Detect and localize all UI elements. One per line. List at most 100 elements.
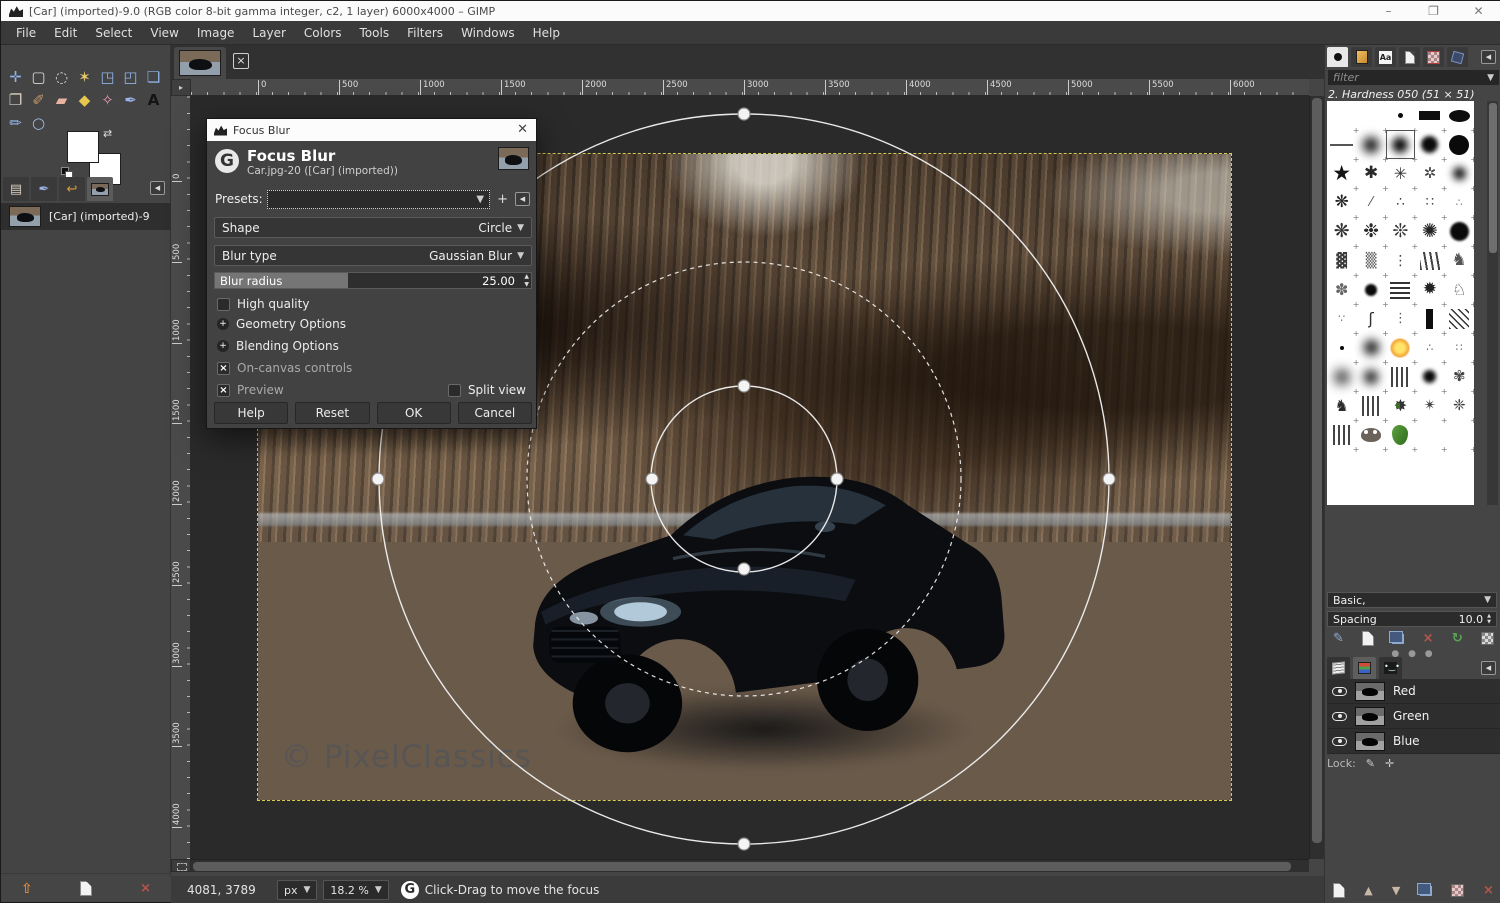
brush-item[interactable] bbox=[1445, 130, 1474, 159]
checkbox-icon[interactable] bbox=[217, 298, 230, 311]
menu-item-select[interactable]: Select bbox=[86, 22, 141, 44]
brush-item[interactable]: ✳ bbox=[1386, 159, 1415, 188]
tool-heal[interactable]: ❐ bbox=[4, 88, 27, 111]
tool-ink[interactable]: ✒ bbox=[119, 88, 142, 111]
spinner-arrows-icon[interactable]: ▲▼ bbox=[1487, 613, 1491, 625]
brush-item[interactable] bbox=[1386, 130, 1415, 159]
brush-item[interactable] bbox=[1445, 217, 1474, 246]
brush-item[interactable]: ✲ bbox=[1415, 159, 1444, 188]
lower-channel-icon[interactable]: ▼ bbox=[1392, 884, 1400, 897]
geometry-options-expander[interactable]: + Geometry Options bbox=[217, 317, 346, 331]
brush-item[interactable]: ❊ bbox=[1386, 217, 1415, 246]
channel-row-red[interactable]: Red bbox=[1327, 679, 1500, 704]
dock-menu-button[interactable]: ◀ bbox=[1481, 661, 1496, 675]
brush-item[interactable] bbox=[1386, 362, 1415, 391]
presets-menu-button[interactable]: ◀ bbox=[515, 192, 530, 206]
high-quality-checkbox[interactable]: High quality bbox=[217, 297, 309, 311]
tab-tool-options[interactable]: ▤ bbox=[3, 177, 29, 201]
brush-item[interactable]: ⋮ bbox=[1386, 304, 1415, 333]
spinner-arrows-icon[interactable]: ▲▼ bbox=[524, 273, 529, 289]
tool-paintbrush[interactable]: ✐ bbox=[27, 88, 50, 111]
delete-channel-icon[interactable]: × bbox=[1483, 883, 1494, 898]
tab-brushes[interactable] bbox=[1327, 47, 1348, 67]
shape-dropdown[interactable]: Shape Circle▼ bbox=[214, 217, 532, 238]
brush-item[interactable] bbox=[1415, 362, 1444, 391]
maximize-button[interactable]: ❐ bbox=[1411, 1, 1456, 21]
new-brush-icon[interactable] bbox=[1362, 631, 1374, 646]
menu-item-tools[interactable]: Tools bbox=[351, 22, 399, 44]
tool-eraser[interactable]: ▰ bbox=[50, 88, 73, 111]
on-canvas-controls-checkbox[interactable]: × On-canvas controls bbox=[217, 361, 352, 375]
tool-fuzzy-select[interactable]: ✶ bbox=[73, 65, 96, 88]
brush-item[interactable] bbox=[1356, 420, 1385, 449]
tool-crop[interactable]: ◳ bbox=[96, 65, 119, 88]
image-tab[interactable] bbox=[174, 47, 226, 79]
menu-item-help[interactable]: Help bbox=[524, 22, 569, 44]
checkbox-checked-icon[interactable]: × bbox=[217, 384, 230, 397]
brush-item[interactable]: ✸ bbox=[1386, 391, 1415, 420]
visibility-eye-icon[interactable] bbox=[1332, 712, 1347, 721]
vertical-scrollbar-thumb[interactable] bbox=[1312, 98, 1322, 843]
channel-row-blue[interactable]: Blue bbox=[1327, 729, 1500, 754]
duplicate-brush-icon[interactable] bbox=[1392, 634, 1404, 644]
brush-item[interactable] bbox=[1356, 130, 1385, 159]
menu-item-view[interactable]: View bbox=[141, 22, 187, 44]
brush-item[interactable]: ∷ bbox=[1445, 333, 1474, 362]
lock-position-icon[interactable]: ✛ bbox=[1385, 757, 1394, 770]
brush-item[interactable] bbox=[1445, 101, 1474, 130]
tool-zoom[interactable]: ○ bbox=[27, 111, 50, 134]
brush-item[interactable] bbox=[1356, 391, 1385, 420]
tab-document-history[interactable] bbox=[1399, 47, 1420, 67]
brush-item[interactable]: ∷ bbox=[1415, 188, 1444, 217]
tab-undo-history[interactable]: ↩ bbox=[59, 177, 85, 201]
tab-tool-presets[interactable] bbox=[1447, 47, 1468, 67]
brush-item[interactable]: ▒ bbox=[1356, 246, 1385, 275]
brush-item[interactable] bbox=[1356, 101, 1385, 130]
expander-plus-icon[interactable]: + bbox=[217, 340, 229, 352]
add-preset-icon[interactable]: + bbox=[497, 192, 508, 207]
tab-channels[interactable] bbox=[1353, 657, 1376, 679]
cancel-button[interactable]: Cancel bbox=[458, 402, 532, 424]
blur-type-dropdown[interactable]: Blur type Gaussian Blur▼ bbox=[214, 245, 532, 266]
tool-airbrush[interactable]: ✧ bbox=[96, 88, 119, 111]
brush-item[interactable]: ✽ bbox=[1327, 275, 1356, 304]
brush-item[interactable] bbox=[1415, 101, 1444, 130]
blending-options-expander[interactable]: + Blending Options bbox=[217, 339, 339, 353]
image-tab-close-icon[interactable]: × bbox=[233, 53, 249, 69]
delete-image-icon[interactable]: × bbox=[140, 881, 151, 896]
brush-item[interactable]: ❈ bbox=[1445, 391, 1474, 420]
brush-item[interactable] bbox=[1415, 130, 1444, 159]
dialog-title-bar[interactable]: Focus Blur ✕ bbox=[207, 119, 536, 141]
horizontal-scrollbar-thumb[interactable] bbox=[193, 862, 1291, 871]
brush-item[interactable]: ✹ bbox=[1415, 275, 1444, 304]
brush-item[interactable]: ★ bbox=[1327, 159, 1356, 188]
expander-plus-icon[interactable]: + bbox=[217, 318, 229, 330]
tool-handle-transform[interactable]: ❏ bbox=[142, 65, 165, 88]
menu-item-image[interactable]: Image bbox=[188, 22, 244, 44]
brush-item[interactable] bbox=[1386, 420, 1415, 449]
tool-move[interactable]: ✛ bbox=[4, 65, 27, 88]
help-button[interactable]: Help bbox=[214, 402, 288, 424]
visibility-eye-icon[interactable] bbox=[1332, 687, 1347, 696]
brush-scrollbar[interactable] bbox=[1487, 101, 1498, 505]
brush-item[interactable]: ✴ bbox=[1415, 391, 1444, 420]
channel-to-selection-icon[interactable] bbox=[1451, 884, 1464, 897]
duplicate-channel-icon[interactable] bbox=[1420, 886, 1432, 896]
tool-text[interactable]: A bbox=[142, 88, 165, 111]
brush-item[interactable] bbox=[1327, 101, 1356, 130]
brush-item[interactable]: ❉ bbox=[1356, 217, 1385, 246]
tool-bucket-fill[interactable]: ◆ bbox=[73, 88, 96, 111]
refresh-brushes-icon[interactable]: ↻ bbox=[1452, 631, 1463, 646]
foreground-color-swatch[interactable] bbox=[67, 131, 99, 163]
delete-brush-icon[interactable]: × bbox=[1423, 631, 1434, 646]
brush-item[interactable]: ♞ bbox=[1445, 246, 1474, 275]
dock-menu-button[interactable]: ◀ bbox=[150, 181, 165, 195]
brush-filter-input[interactable]: filter ▼ bbox=[1327, 69, 1500, 86]
brush-item[interactable]: ✱ bbox=[1356, 159, 1385, 188]
menu-item-colors[interactable]: Colors bbox=[295, 22, 351, 44]
tab-layers[interactable] bbox=[1327, 657, 1350, 679]
minimize-button[interactable]: – bbox=[1366, 1, 1411, 21]
channel-row-green[interactable]: Green bbox=[1327, 704, 1500, 729]
brush-item[interactable]: ∴ bbox=[1445, 188, 1474, 217]
vertical-scrollbar[interactable] bbox=[1309, 96, 1324, 859]
